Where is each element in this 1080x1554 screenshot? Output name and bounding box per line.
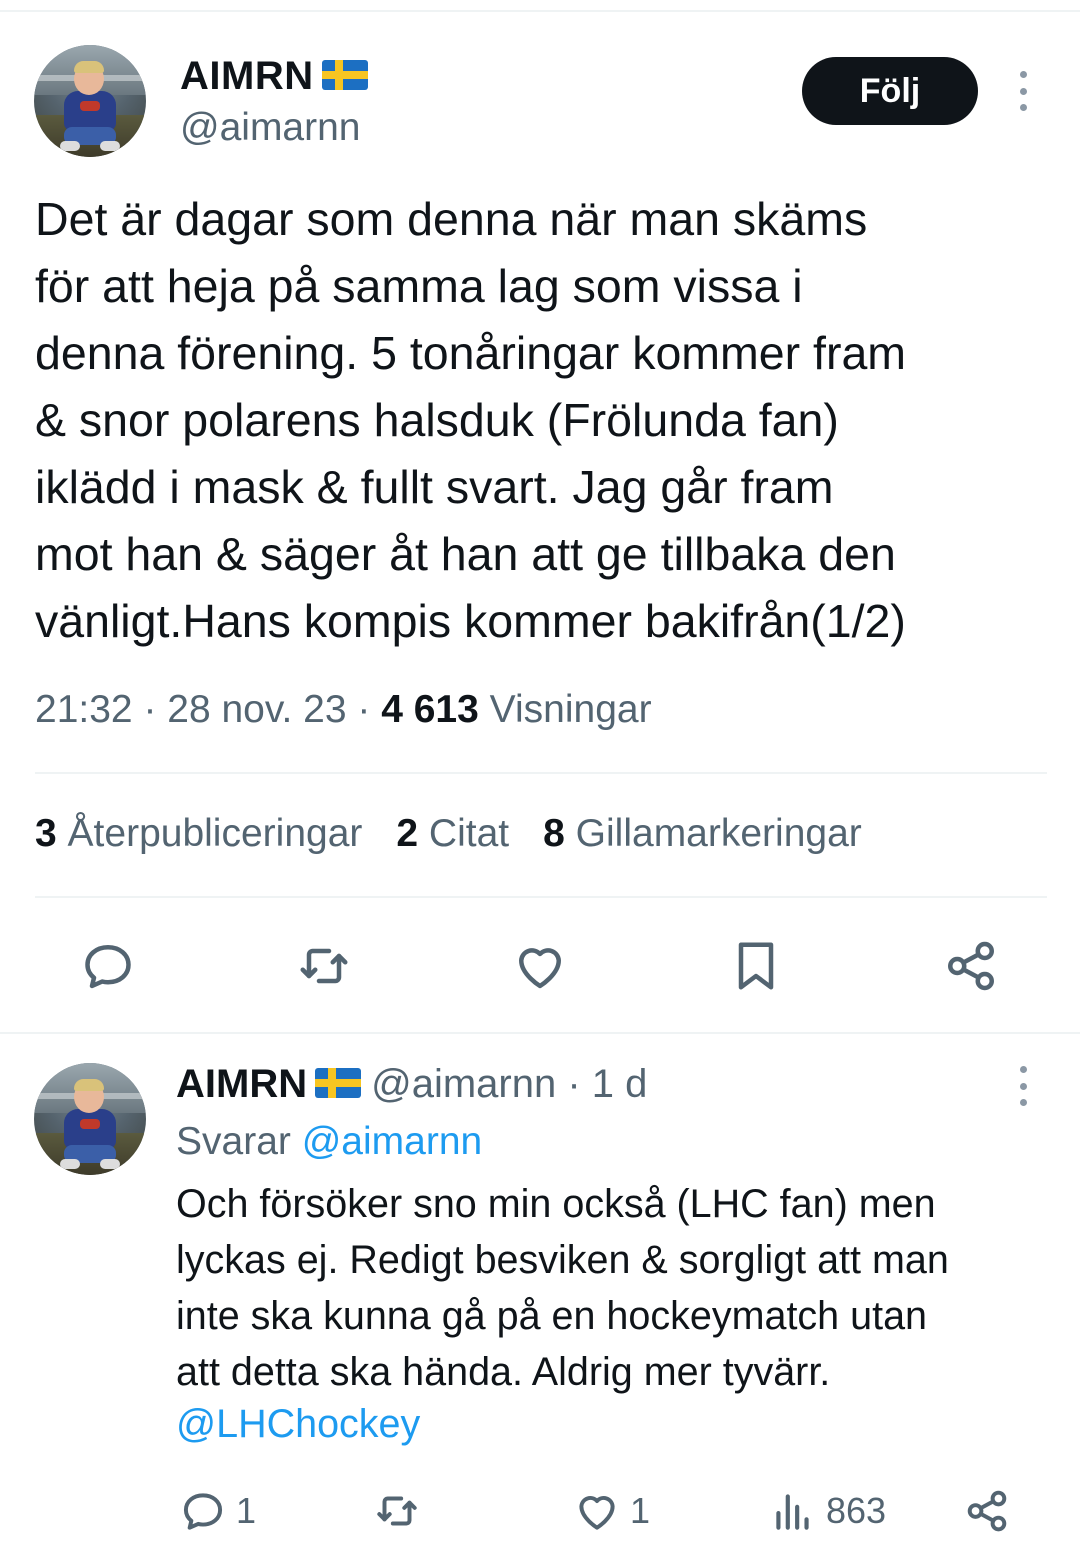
views-label: Visningar [489, 688, 652, 731]
reply-text: Och försöker sno min också (LHC fan) men… [176, 1182, 949, 1394]
tweet-meta: 21:32 · 28 nov. 23 · 4 613 Visningar [35, 688, 652, 731]
repost-icon [377, 1496, 417, 1526]
more-options-icon[interactable] [1018, 71, 1028, 111]
reply-avatar[interactable] [34, 1063, 146, 1175]
tweet-text: Det är dagar som denna när man skäms för… [35, 193, 907, 647]
like-icon [579, 1496, 615, 1530]
repost-icon[interactable] [294, 936, 354, 996]
quotes-stat[interactable]: 2 Citat [396, 812, 509, 856]
divider [35, 772, 1047, 774]
engagement-stats: 3 Återpubliceringar 2 Citat 8 Gillamarke… [35, 812, 862, 856]
reply-views-button[interactable]: 863 [768, 1484, 886, 1538]
reply-author-line[interactable]: AIMRN @aimarnn · 1 d [176, 1062, 647, 1107]
swedish-flag-icon [321, 60, 368, 91]
follow-button[interactable]: Följ [802, 57, 978, 125]
author-display-name: AIMRN [180, 54, 314, 98]
reply-display-name: AIMRN [176, 1062, 308, 1106]
divider [35, 896, 1047, 898]
tweet-time[interactable]: 21:32 [35, 688, 133, 731]
reply-age: · 1 d [567, 1062, 648, 1106]
avatar[interactable] [34, 45, 146, 157]
reply-handle: @aimarnn [371, 1062, 557, 1106]
likes-stat[interactable]: 8 Gillamarkeringar [543, 812, 862, 856]
tweet-date[interactable]: 28 nov. 23 [167, 688, 346, 731]
views-count: 4 613 [381, 688, 479, 731]
views-icon [776, 1494, 809, 1530]
replying-to: Svarar @aimarnn [176, 1120, 482, 1164]
top-divider [0, 10, 1080, 12]
share-icon[interactable] [941, 936, 1001, 996]
reply-more-options-icon[interactable] [1018, 1066, 1028, 1106]
reply-reply-button[interactable]: 1 [178, 1484, 256, 1538]
reply-count: 1 [236, 1490, 257, 1531]
reply-like-button[interactable]: 1 [572, 1484, 650, 1538]
author-name[interactable]: AIMRN [180, 54, 368, 99]
share-icon [967, 1490, 1007, 1532]
swedish-flag-icon [315, 1068, 362, 1099]
author-handle[interactable]: @aimarnn [180, 106, 361, 150]
replying-prefix: Svarar [176, 1120, 291, 1163]
lhchockey-mention-link[interactable]: @LHChockey [176, 1402, 420, 1447]
reply-repost-button[interactable] [372, 1484, 422, 1538]
like-icon[interactable] [510, 936, 570, 996]
reply-icon[interactable] [78, 936, 138, 996]
like-count: 1 [630, 1490, 651, 1531]
replying-to-mention[interactable]: @aimarnn [302, 1120, 483, 1163]
section-divider [0, 1032, 1080, 1034]
reposts-stat[interactable]: 3 Återpubliceringar [35, 812, 362, 856]
bookmark-icon[interactable] [726, 936, 786, 996]
action-bar [0, 936, 1080, 1000]
reply-share-button[interactable] [962, 1484, 1012, 1538]
reply-icon [183, 1493, 223, 1530]
reply-views-count: 863 [826, 1490, 887, 1531]
